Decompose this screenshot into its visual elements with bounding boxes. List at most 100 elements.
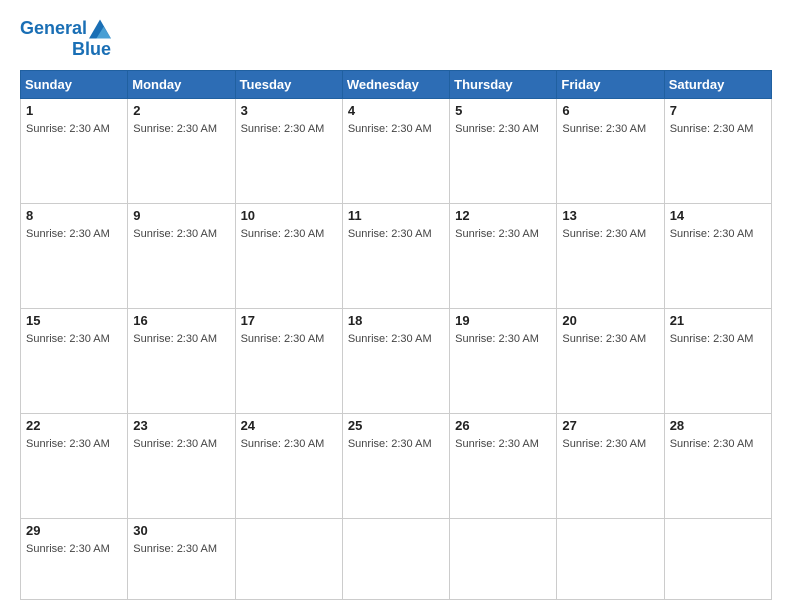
calendar-header-row: Sunday Monday Tuesday Wednesday Thursday… (21, 70, 772, 98)
sunrise-text: Sunrise: 2:30 AM (562, 438, 646, 450)
calendar-cell: 5 Sunrise: 2:30 AM (450, 98, 557, 203)
sunrise-text: Sunrise: 2:30 AM (26, 543, 110, 555)
calendar-cell (450, 519, 557, 600)
calendar-cell: 27 Sunrise: 2:30 AM (557, 414, 664, 519)
day-number: 5 (455, 103, 551, 118)
sunrise-text: Sunrise: 2:30 AM (241, 228, 325, 240)
calendar-cell: 26 Sunrise: 2:30 AM (450, 414, 557, 519)
sunrise-text: Sunrise: 2:30 AM (133, 228, 217, 240)
calendar-cell: 19 Sunrise: 2:30 AM (450, 308, 557, 413)
day-number: 7 (670, 103, 766, 118)
calendar-cell: 3 Sunrise: 2:30 AM (235, 98, 342, 203)
sunrise-text: Sunrise: 2:30 AM (133, 123, 217, 135)
sunrise-text: Sunrise: 2:30 AM (241, 438, 325, 450)
day-number: 4 (348, 103, 444, 118)
day-number: 13 (562, 208, 658, 223)
sunrise-text: Sunrise: 2:30 AM (455, 438, 539, 450)
col-thursday: Thursday (450, 70, 557, 98)
calendar-cell: 25 Sunrise: 2:30 AM (342, 414, 449, 519)
page: General Blue Sunday Monday (0, 0, 792, 612)
sunrise-text: Sunrise: 2:30 AM (670, 228, 754, 240)
sunrise-text: Sunrise: 2:30 AM (670, 333, 754, 345)
sunrise-text: Sunrise: 2:30 AM (133, 543, 217, 555)
sunrise-text: Sunrise: 2:30 AM (133, 333, 217, 345)
sunrise-text: Sunrise: 2:30 AM (241, 123, 325, 135)
calendar-cell: 22 Sunrise: 2:30 AM (21, 414, 128, 519)
sunrise-text: Sunrise: 2:30 AM (348, 333, 432, 345)
day-number: 2 (133, 103, 229, 118)
day-number: 29 (26, 523, 122, 538)
calendar-cell: 15 Sunrise: 2:30 AM (21, 308, 128, 413)
day-number: 27 (562, 418, 658, 433)
sunrise-text: Sunrise: 2:30 AM (455, 333, 539, 345)
day-number: 8 (26, 208, 122, 223)
calendar-cell: 12 Sunrise: 2:30 AM (450, 203, 557, 308)
calendar-cell: 10 Sunrise: 2:30 AM (235, 203, 342, 308)
day-number: 30 (133, 523, 229, 538)
day-number: 20 (562, 313, 658, 328)
day-number: 16 (133, 313, 229, 328)
calendar-cell: 9 Sunrise: 2:30 AM (128, 203, 235, 308)
day-number: 15 (26, 313, 122, 328)
day-number: 25 (348, 418, 444, 433)
day-number: 14 (670, 208, 766, 223)
day-number: 9 (133, 208, 229, 223)
col-saturday: Saturday (664, 70, 771, 98)
sunrise-text: Sunrise: 2:30 AM (670, 438, 754, 450)
day-number: 12 (455, 208, 551, 223)
sunrise-text: Sunrise: 2:30 AM (455, 123, 539, 135)
day-number: 22 (26, 418, 122, 433)
calendar-table: Sunday Monday Tuesday Wednesday Thursday… (20, 70, 772, 600)
day-number: 19 (455, 313, 551, 328)
day-number: 26 (455, 418, 551, 433)
calendar-cell: 23 Sunrise: 2:30 AM (128, 414, 235, 519)
col-friday: Friday (557, 70, 664, 98)
header: General Blue (20, 18, 772, 60)
sunrise-text: Sunrise: 2:30 AM (26, 333, 110, 345)
calendar-cell: 4Sunrise: 2:30 AM (342, 98, 449, 203)
sunrise-text: Sunrise: 2:30 AM (455, 228, 539, 240)
day-number: 3 (241, 103, 337, 118)
day-number: 21 (670, 313, 766, 328)
col-wednesday: Wednesday (342, 70, 449, 98)
logo-blue: Blue (72, 40, 111, 60)
calendar-cell: 6 Sunrise: 2:30 AM (557, 98, 664, 203)
sunrise-text: Sunrise: 2:30 AM (562, 123, 646, 135)
calendar-cell: 28 Sunrise: 2:30 AM (664, 414, 771, 519)
day-number: 18 (348, 313, 444, 328)
logo-text: General (20, 19, 87, 39)
sunrise-text: Sunrise: 2:30 AM (26, 228, 110, 240)
sunrise-text: Sunrise: 2:30 AM (562, 333, 646, 345)
col-sunday: Sunday (21, 70, 128, 98)
logo-icon (89, 18, 111, 40)
col-monday: Monday (128, 70, 235, 98)
sunrise-text: Sunrise: 2:30 AM (26, 438, 110, 450)
calendar-cell: 18 Sunrise: 2:30 AM (342, 308, 449, 413)
day-number: 28 (670, 418, 766, 433)
calendar-cell: 21 Sunrise: 2:30 AM (664, 308, 771, 413)
day-number: 11 (348, 208, 444, 223)
calendar-cell: 20 Sunrise: 2:30 AM (557, 308, 664, 413)
calendar-cell: 29 Sunrise: 2:30 AM (21, 519, 128, 600)
sunrise-text: Sunrise: 2:30 AM (26, 123, 110, 135)
sunrise-text: Sunrise: 2:30 AM (348, 438, 432, 450)
calendar-cell: 13Sunrise: 2:30 AM (557, 203, 664, 308)
col-tuesday: Tuesday (235, 70, 342, 98)
calendar-cell: 24 Sunrise: 2:30 AM (235, 414, 342, 519)
calendar-cell: 1 Sunrise: 2:30 AM (21, 98, 128, 203)
day-number: 6 (562, 103, 658, 118)
calendar-cell: 7 Sunrise: 2:30 AM (664, 98, 771, 203)
calendar-cell (557, 519, 664, 600)
calendar-cell: 16 Sunrise: 2:30 AM (128, 308, 235, 413)
day-number: 24 (241, 418, 337, 433)
sunrise-text: Sunrise: 2:30 AM (241, 333, 325, 345)
calendar-cell: 30 Sunrise: 2:30 AM (128, 519, 235, 600)
logo-general: General (20, 18, 87, 38)
sunrise-text: Sunrise: 2:30 AM (670, 123, 754, 135)
day-number: 10 (241, 208, 337, 223)
day-number: 1 (26, 103, 122, 118)
day-number: 23 (133, 418, 229, 433)
sunrise-text: Sunrise: 2:30 AM (133, 438, 217, 450)
sunrise-text: Sunrise: 2:30 AM (348, 228, 432, 240)
calendar-cell: 11 Sunrise: 2:30 AM (342, 203, 449, 308)
